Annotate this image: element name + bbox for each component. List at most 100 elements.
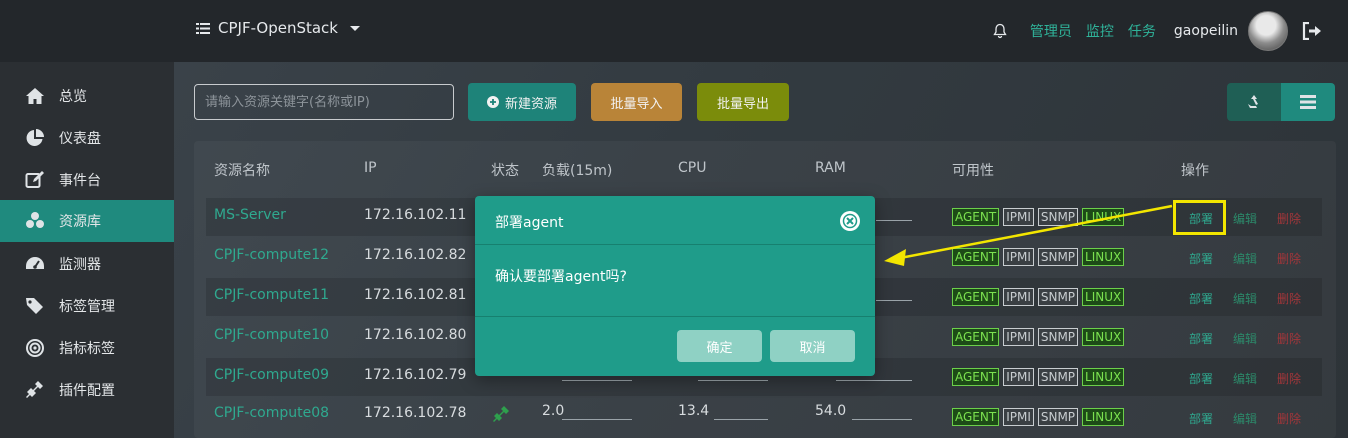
resource-name-link[interactable]: CPJF-compute08 (214, 405, 329, 421)
badge-ipmi: IPMI (1003, 288, 1034, 306)
tags-icon (26, 298, 43, 314)
delete-link[interactable]: 删除 (1277, 250, 1301, 267)
badge-linux: LINUX (1082, 288, 1125, 306)
sidebar-item-plugins[interactable]: 插件配置 (0, 369, 174, 411)
pie-chart-icon (26, 129, 44, 146)
search-input[interactable] (194, 84, 454, 120)
resource-name-link[interactable]: CPJF-compute12 (214, 247, 329, 263)
resource-name-link[interactable]: CPJF-compute09 (214, 367, 329, 383)
col-header-ram[interactable]: RAM (815, 160, 846, 176)
delete-link[interactable]: 删除 (1277, 210, 1301, 227)
plug-status-icon (493, 406, 509, 422)
badge-agent: AGENT (952, 248, 1000, 266)
batch-export-button[interactable]: 批量导出 (697, 83, 789, 121)
badge-snmp: SNMP (1037, 248, 1079, 266)
sidebar-item-tag-management[interactable]: 标签管理 (0, 285, 174, 327)
edit-link[interactable]: 编辑 (1233, 250, 1257, 267)
top-bar: CPJF-OpenStack 管理员 监控 任务 gaopeilin (0, 0, 1348, 62)
close-icon[interactable] (839, 210, 861, 232)
logout-icon[interactable] (1302, 22, 1322, 40)
dialog-divider (475, 316, 875, 317)
deploy-link[interactable]: 部署 (1189, 250, 1213, 267)
new-resource-label: 新建资源 (504, 96, 557, 112)
col-header-name[interactable]: 资源名称 (214, 160, 270, 180)
delete-link[interactable]: 删除 (1277, 370, 1301, 387)
resource-name-link[interactable]: CPJF-compute10 (214, 327, 329, 343)
deploy-link[interactable]: 部署 (1189, 370, 1213, 387)
highlight-box (1173, 200, 1226, 235)
resource-ip: 172.16.102.11 (364, 207, 467, 223)
project-selector[interactable]: CPJF-OpenStack (196, 19, 360, 37)
badge-agent: AGENT (952, 368, 1000, 386)
badge-ipmi: IPMI (1003, 328, 1034, 346)
badge-snmp: SNMP (1037, 208, 1079, 226)
sidebar-item-label: 事件台 (59, 173, 101, 189)
dialog-divider (475, 244, 875, 245)
avatar[interactable] (1248, 11, 1288, 51)
resource-name-link[interactable]: MS-Server (214, 207, 286, 223)
target-icon (26, 339, 44, 357)
nav-link-tasks[interactable]: 任务 (1128, 21, 1156, 41)
ram-line (852, 419, 912, 420)
col-header-cpu[interactable]: CPU (678, 160, 706, 176)
sidebar-item-resources[interactable]: 资源库 (0, 200, 174, 242)
top-nav: 管理员 监控 任务 gaopeilin (992, 10, 1322, 52)
badge-agent: AGENT (952, 208, 1000, 226)
edit-link[interactable]: 编辑 (1233, 370, 1257, 387)
col-header-ip[interactable]: IP (364, 160, 377, 176)
batch-import-label: 批量导入 (610, 96, 663, 112)
deploy-link[interactable]: 部署 (1189, 410, 1213, 427)
badge-agent: AGENT (952, 408, 1000, 426)
edit-link[interactable]: 编辑 (1233, 210, 1257, 227)
sidebar-item-metric-tags[interactable]: 指标标签 (0, 327, 174, 369)
resource-ip: 172.16.102.82 (364, 247, 467, 263)
batch-import-button[interactable]: 批量导入 (591, 83, 682, 121)
nav-link-monitor[interactable]: 监控 (1086, 21, 1114, 41)
nav-link-admin[interactable]: 管理员 (1030, 21, 1072, 41)
col-header-load[interactable]: 负载(15m) (542, 160, 612, 180)
sidebar-item-label: 总览 (59, 89, 87, 105)
sidebar-item-label: 标签管理 (59, 299, 115, 315)
resource-ip: 172.16.102.81 (364, 287, 467, 303)
sidebar-item-events[interactable]: 事件台 (0, 159, 174, 201)
sidebar: 总览 仪表盘 事件台 资源库 监测器 标签管理 指标标签 插件配置 (0, 62, 174, 438)
badge-snmp: SNMP (1037, 288, 1079, 306)
chevron-down-icon (350, 25, 360, 31)
availability-badges: AGENT IPMI SNMP LINUX (952, 368, 1125, 386)
resource-name-link[interactable]: CPJF-compute11 (214, 287, 329, 303)
badge-linux: LINUX (1082, 328, 1125, 346)
deploy-link[interactable]: 部署 (1189, 290, 1213, 307)
badge-linux: LINUX (1082, 208, 1125, 226)
confirm-button[interactable]: 确定 (677, 330, 762, 362)
username[interactable]: gaopeilin (1174, 23, 1238, 39)
list-view-button[interactable] (1281, 83, 1335, 121)
cpu-line (714, 419, 768, 420)
resource-ip: 172.16.102.80 (364, 327, 467, 343)
edit-icon (25, 171, 44, 188)
bell-icon[interactable] (992, 23, 1008, 39)
delete-link[interactable]: 删除 (1277, 410, 1301, 427)
sidebar-item-monitors[interactable]: 监测器 (0, 243, 174, 285)
new-resource-button[interactable]: 新建资源 (468, 83, 576, 121)
badge-ipmi: IPMI (1003, 248, 1034, 266)
view-toggle-group (1227, 83, 1335, 121)
col-header-status[interactable]: 状态 (491, 160, 519, 180)
cubes-icon (26, 212, 44, 228)
badge-linux: LINUX (1082, 368, 1125, 386)
availability-badges: AGENT IPMI SNMP LINUX (952, 208, 1125, 226)
sidebar-item-overview[interactable]: 总览 (0, 75, 174, 117)
sidebar-item-dashboard[interactable]: 仪表盘 (0, 117, 174, 159)
cancel-button[interactable]: 取消 (770, 330, 855, 362)
deploy-agent-dialog: 部署agent 确认要部署agent吗? 确定 取消 (475, 196, 875, 376)
deploy-link[interactable]: 部署 (1189, 330, 1213, 347)
delete-link[interactable]: 删除 (1277, 330, 1301, 347)
edit-link[interactable]: 编辑 (1233, 290, 1257, 307)
edit-link[interactable]: 编辑 (1233, 330, 1257, 347)
recycle-button[interactable] (1227, 83, 1281, 121)
edit-link[interactable]: 编辑 (1233, 410, 1257, 427)
sidebar-item-label: 指标标签 (59, 341, 115, 357)
delete-link[interactable]: 删除 (1277, 290, 1301, 307)
col-header-availability[interactable]: 可用性 (952, 160, 994, 180)
cpu-value: 13.4 (678, 403, 710, 419)
home-icon (26, 88, 44, 104)
